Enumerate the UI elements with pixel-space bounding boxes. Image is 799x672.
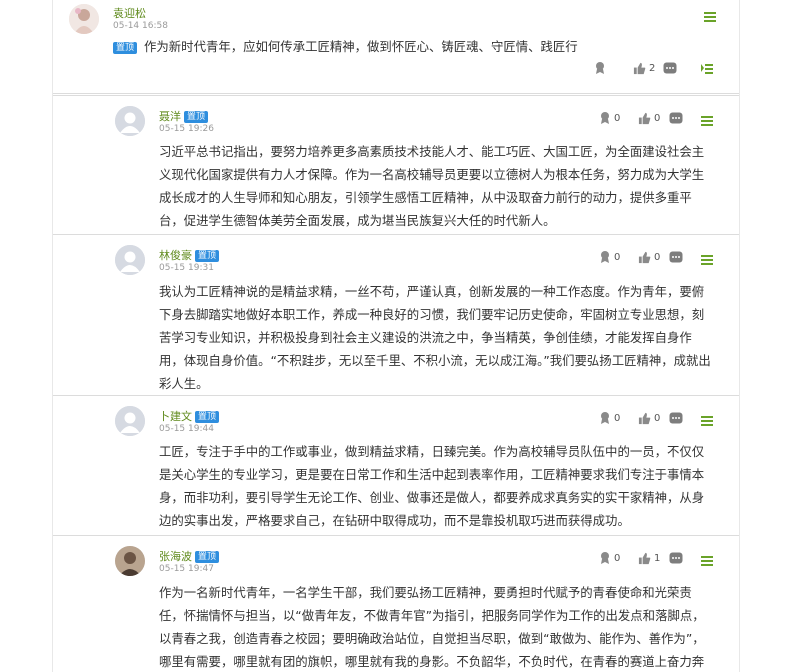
like-count: 0 [654, 251, 661, 263]
post-time: 05-15 19:31 [159, 263, 214, 273]
thumbs-up-icon [633, 62, 646, 74]
post-content: 作为一名新时代青年，一名学生干部，我们要弘扬工匠精神，要勇担时代赋予的青春使命和… [159, 585, 705, 669]
author-name-line: 林俊豪 置顶 [159, 247, 220, 263]
more-menu-icon[interactable] [701, 556, 713, 566]
award-button[interactable]: 0 [598, 551, 620, 565]
post-content: 我认为工匠精神说的是精益求精，一丝不苟，严谨认真，创新发展的一种工作态度。作为青… [159, 284, 711, 391]
comment-icon [663, 62, 677, 74]
like-count: 1 [654, 552, 661, 564]
pinned-badge: 置顶 [195, 551, 220, 563]
post-content: 习近平总书记指出，要努力培养更多高素质技术技能人才、能工巧匠、大国工匠，为全面建… [159, 144, 705, 228]
comment-button[interactable] [663, 61, 677, 75]
post-actions: 2 [593, 61, 733, 75]
like-button[interactable]: 1 [638, 551, 660, 565]
award-count: 0 [614, 251, 621, 263]
comment-button[interactable] [669, 411, 683, 425]
like-button[interactable]: 0 [638, 250, 660, 264]
pinned-badge: 置顶 [195, 411, 220, 423]
author-name[interactable]: 聂洋 [159, 110, 181, 123]
award-button[interactable]: 0 [598, 250, 620, 264]
post-time: 05-14 16:58 [113, 21, 168, 31]
thumbs-up-icon [638, 552, 651, 564]
author-name[interactable]: 袁迎松 [113, 5, 146, 21]
post-content: 工匠，专注于手中的工作或事业，做到精益求精，日臻完美。作为高校辅导员队伍中的一员… [159, 444, 705, 528]
discussion-panel: 袁迎松 05-14 16:58 置顶 作为新时代青年，应如何传承工匠精神，做到怀匠… [52, 0, 740, 672]
default-user-avatar-icon [115, 106, 145, 136]
thumbs-up-icon [638, 251, 651, 263]
author-avatar[interactable] [115, 106, 145, 136]
like-count: 0 [654, 112, 661, 124]
post-text: 作为新时代青年，应如何传承工匠精神，做到怀匠心、铸匠魂、守匠情、践匠行 [144, 39, 578, 54]
award-button[interactable]: 0 [598, 411, 620, 425]
author-name[interactable]: 卜建文 [159, 410, 192, 423]
author-name-line: 张海波 置顶 [159, 548, 220, 564]
comment-button[interactable] [669, 551, 683, 565]
pinned-badge: 置顶 [195, 250, 220, 262]
more-menu-icon[interactable] [704, 12, 716, 22]
comment-icon [669, 552, 683, 564]
comment-icon [669, 251, 683, 263]
like-count: 0 [654, 412, 661, 424]
pinned-badge: 置顶 [184, 111, 209, 123]
author-avatar[interactable] [115, 406, 145, 436]
author-avatar[interactable] [115, 546, 145, 576]
reply-post: 聂洋 置顶 05-15 19:26 0 0 习近平总书记指出，要努力培养更多高素质技术技能… [53, 95, 739, 234]
award-icon [601, 552, 609, 564]
like-button[interactable]: 2 [633, 61, 655, 75]
more-menu-icon[interactable] [701, 116, 713, 126]
collapse-replies-icon [701, 64, 713, 74]
collapse-replies-button[interactable] [700, 61, 714, 75]
user-photo-avatar-icon [115, 546, 145, 576]
more-menu-icon[interactable] [701, 255, 713, 265]
award-count: 0 [614, 412, 621, 424]
post-time: 05-15 19:26 [159, 124, 214, 134]
like-button[interactable]: 0 [638, 111, 660, 125]
award-icon [601, 112, 609, 124]
comment-button[interactable] [669, 111, 683, 125]
award-count: 0 [614, 112, 621, 124]
post-time: 05-15 19:44 [159, 424, 214, 434]
award-icon [601, 412, 609, 424]
default-user-avatar-icon [115, 245, 145, 275]
like-count: 2 [649, 62, 656, 74]
author-name[interactable]: 林俊豪 [159, 249, 192, 262]
default-user-avatar-icon [115, 406, 145, 436]
award-icon [596, 62, 604, 74]
like-button[interactable]: 0 [638, 411, 660, 425]
user-photo-avatar-icon [69, 4, 99, 34]
award-button[interactable] [593, 61, 609, 75]
author-name-line: 聂洋 置顶 [159, 108, 209, 124]
topic-post: 袁迎松 05-14 16:58 置顶 作为新时代青年，应如何传承工匠精神，做到怀匠… [53, 0, 739, 94]
reply-post: 林俊豪 置顶 05-15 19:31 0 0 我认为工匠精神说的是精益求精，一丝不苟，严谨… [53, 234, 739, 395]
comment-button[interactable] [669, 250, 683, 264]
award-button[interactable]: 0 [598, 111, 620, 125]
author-avatar[interactable] [69, 4, 99, 34]
author-name-line: 卜建文 置顶 [159, 408, 220, 424]
more-menu-icon[interactable] [701, 416, 713, 426]
post-time: 05-15 19:47 [159, 564, 214, 574]
author-avatar[interactable] [115, 245, 145, 275]
comment-icon [669, 112, 683, 124]
thumbs-up-icon [638, 412, 651, 424]
pinned-badge: 置顶 [113, 42, 138, 54]
award-count: 0 [614, 552, 621, 564]
post-content: 置顶 作为新时代青年，应如何传承工匠精神，做到怀匠心、铸匠魂、守匠情、践匠行 [113, 35, 713, 58]
reply-post: 卜建文 置顶 05-15 19:44 0 0 工匠，专注于手中的工作或事业，做到精益求精，… [53, 395, 739, 535]
award-icon [601, 251, 609, 263]
author-name[interactable]: 张海波 [159, 550, 192, 563]
comment-icon [669, 412, 683, 424]
thumbs-up-icon [638, 112, 651, 124]
reply-post: 张海波 置顶 05-15 19:47 0 1 作为一名新时代青年，一名学生干部，我们要弘扬… [53, 535, 739, 672]
